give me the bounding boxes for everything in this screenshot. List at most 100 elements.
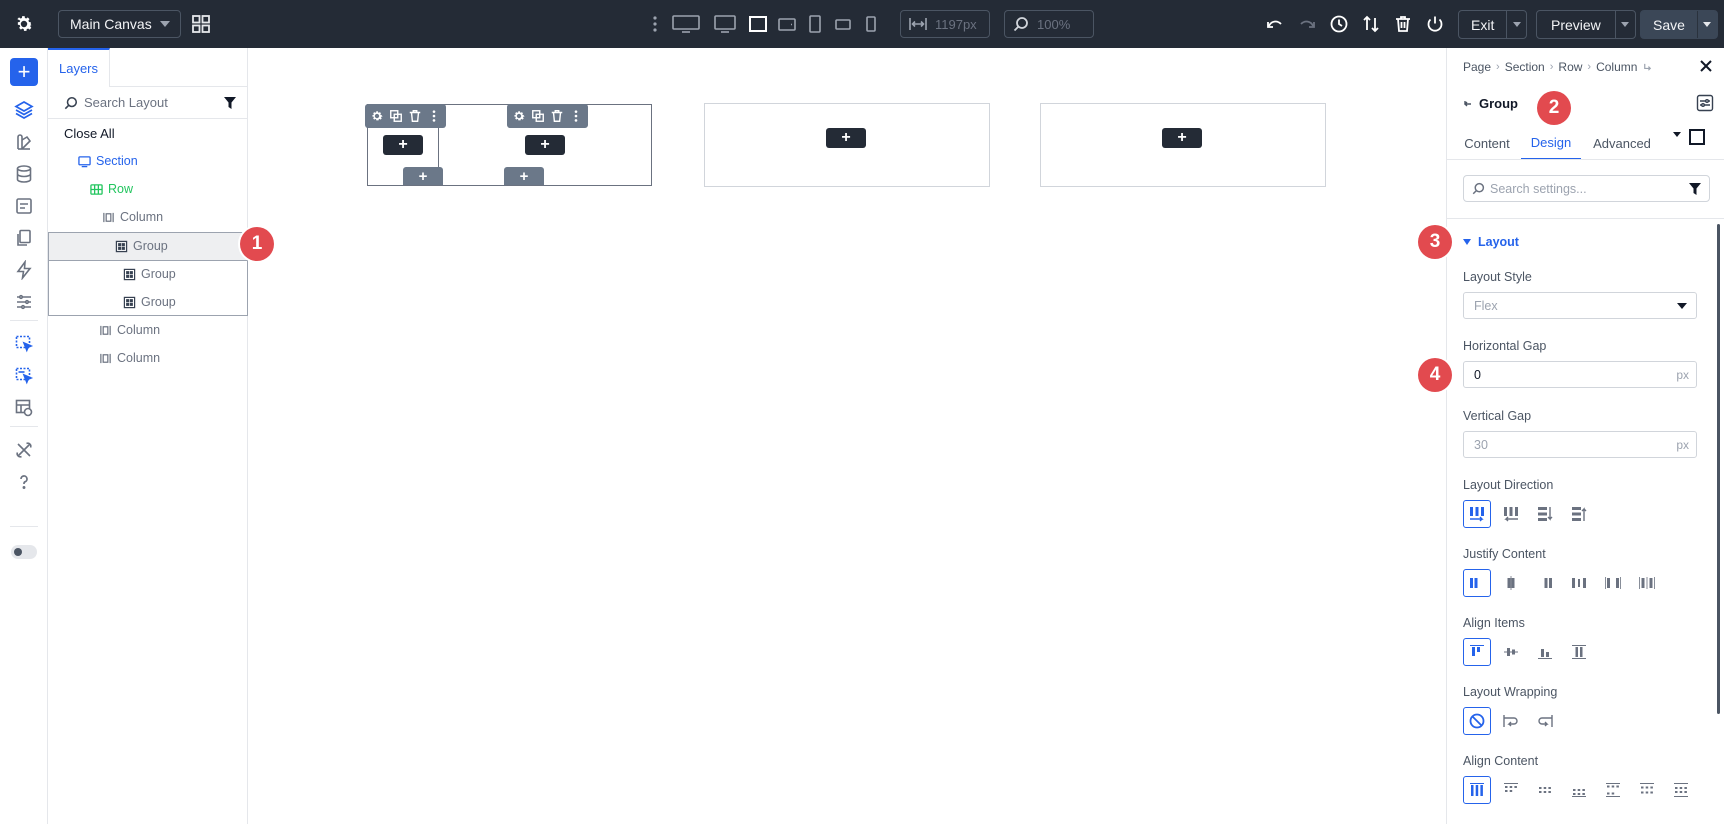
tabs-more-chevron-icon[interactable] — [1673, 132, 1681, 137]
lightning-icon[interactable] — [14, 260, 34, 280]
settings-search-input[interactable]: Search settings... — [1463, 175, 1710, 202]
builder-settings-gear-icon[interactable] — [13, 13, 35, 35]
layer-item-column[interactable]: Column — [48, 344, 248, 372]
canvas-select[interactable]: Main Canvas — [58, 10, 181, 38]
add-module-button[interactable]: + — [525, 135, 565, 155]
mode-toggle[interactable] — [11, 545, 37, 559]
gear-icon[interactable] — [370, 109, 384, 123]
widescreen-view-icon[interactable] — [672, 14, 700, 34]
layer-item-group[interactable]: Group — [48, 288, 248, 316]
layer-item-column[interactable]: Column — [48, 316, 248, 344]
layout-style-select[interactable]: Flex — [1463, 292, 1697, 319]
direction-row-option[interactable] — [1463, 500, 1491, 528]
duplicate-icon[interactable] — [531, 109, 545, 123]
settings-sliders-icon[interactable] — [14, 292, 34, 312]
multi-select-icon[interactable] — [14, 366, 34, 386]
phone-view-icon[interactable] — [861, 14, 881, 34]
justify-center-option[interactable] — [1497, 569, 1525, 597]
layer-item-group[interactable]: Group — [48, 260, 248, 288]
wrap-reverse-option[interactable] — [1531, 707, 1559, 735]
layout-section-toggle[interactable]: Layout — [1463, 235, 1519, 249]
add-module-button[interactable]: + — [383, 135, 423, 155]
trash-icon[interactable] — [408, 109, 422, 123]
design-library-icon[interactable] — [14, 132, 34, 152]
layers-search[interactable]: Search Layout — [48, 87, 248, 119]
align-stretch-option[interactable] — [1565, 638, 1593, 666]
close-icon[interactable] — [1698, 58, 1714, 74]
help-icon[interactable] — [14, 472, 34, 492]
settings-toggle-icon[interactable] — [1696, 94, 1714, 112]
zoom-field[interactable]: 100% — [1004, 10, 1094, 38]
save-button[interactable]: Save — [1640, 10, 1718, 39]
duplicate-icon[interactable] — [389, 109, 403, 123]
align-content-space-between-option[interactable] — [1599, 776, 1627, 804]
phone-landscape-view-icon[interactable] — [833, 14, 853, 34]
breadcrumb-item[interactable]: Column — [1596, 60, 1637, 74]
trash-icon[interactable] — [550, 109, 564, 123]
breadcrumb-item[interactable]: Section — [1505, 60, 1545, 74]
align-start-option[interactable] — [1463, 638, 1491, 666]
forms-icon[interactable] — [14, 196, 34, 216]
sort-arrows-icon[interactable] — [1361, 14, 1381, 34]
gear-icon[interactable] — [512, 109, 526, 123]
justify-space-evenly-option[interactable] — [1633, 569, 1661, 597]
settings-scrollbar[interactable] — [1717, 224, 1720, 714]
canvas-width-field[interactable]: 1197px — [900, 10, 990, 38]
breadcrumb-item[interactable]: Page — [1463, 60, 1491, 74]
database-icon[interactable] — [14, 164, 34, 184]
click-select-icon[interactable] — [14, 334, 34, 354]
align-end-option[interactable] — [1531, 638, 1559, 666]
align-center-option[interactable] — [1497, 638, 1525, 666]
tab-advanced[interactable]: Advanced — [1589, 126, 1655, 160]
more-vertical-icon[interactable] — [645, 14, 665, 34]
history-icon[interactable] — [1329, 14, 1349, 34]
preview-button[interactable]: Preview — [1536, 10, 1636, 39]
exit-dropdown-toggle[interactable] — [1506, 11, 1526, 38]
builder-canvas[interactable]: + + + + + + — [248, 48, 1446, 824]
direction-column-reverse-option[interactable] — [1565, 500, 1593, 528]
layer-item-row[interactable]: Row — [48, 175, 248, 203]
tablet-view-icon[interactable] — [805, 14, 825, 34]
tools-icon[interactable] — [14, 440, 34, 460]
laptop-view-icon[interactable] — [748, 14, 768, 34]
breadcrumb-item[interactable]: Row — [1558, 60, 1582, 74]
power-icon[interactable] — [1425, 14, 1445, 34]
layer-item-section[interactable]: Section — [48, 147, 248, 175]
filter-icon[interactable] — [1689, 183, 1701, 195]
align-content-stretch-option[interactable] — [1463, 776, 1491, 804]
preview-dropdown-toggle[interactable] — [1614, 11, 1635, 38]
direction-column-option[interactable] — [1531, 500, 1559, 528]
horizontal-gap-unit[interactable]: px — [1676, 368, 1689, 382]
align-content-space-evenly-option[interactable] — [1667, 776, 1695, 804]
redo-icon[interactable] — [1297, 14, 1317, 34]
layers-tab[interactable]: Layers — [48, 48, 110, 87]
trash-icon[interactable] — [1393, 14, 1413, 34]
no-wrap-option[interactable] — [1463, 707, 1491, 735]
direction-row-reverse-option[interactable] — [1497, 500, 1525, 528]
vertical-gap-input[interactable]: 30 px — [1463, 431, 1697, 458]
tab-content[interactable]: Content — [1463, 126, 1511, 160]
add-group-button[interactable]: + — [403, 167, 443, 185]
undo-icon[interactable] — [1265, 14, 1285, 34]
add-group-button[interactable]: + — [504, 167, 544, 185]
align-content-end-option[interactable] — [1565, 776, 1593, 804]
save-dropdown-toggle[interactable] — [1696, 11, 1717, 38]
layers-icon[interactable] — [14, 100, 34, 120]
justify-start-option[interactable] — [1463, 569, 1491, 597]
square-view-icon[interactable] — [1689, 129, 1705, 145]
tablet-landscape-view-icon[interactable] — [777, 14, 797, 34]
align-content-center-option[interactable] — [1531, 776, 1559, 804]
justify-space-around-option[interactable] — [1599, 569, 1627, 597]
add-module-button[interactable]: + — [826, 128, 866, 148]
desktop-view-icon[interactable] — [714, 14, 736, 34]
add-module-button[interactable]: + — [1162, 128, 1202, 148]
layout-grid-icon[interactable] — [191, 14, 211, 34]
align-content-start-option[interactable] — [1497, 776, 1525, 804]
preview-layout-icon[interactable] — [14, 398, 34, 418]
tab-design[interactable]: Design — [1521, 126, 1581, 160]
justify-space-between-option[interactable] — [1565, 569, 1593, 597]
justify-end-option[interactable] — [1531, 569, 1559, 597]
layer-item-column[interactable]: Column — [48, 203, 248, 231]
align-content-space-around-option[interactable] — [1633, 776, 1661, 804]
filter-icon[interactable] — [224, 97, 236, 109]
